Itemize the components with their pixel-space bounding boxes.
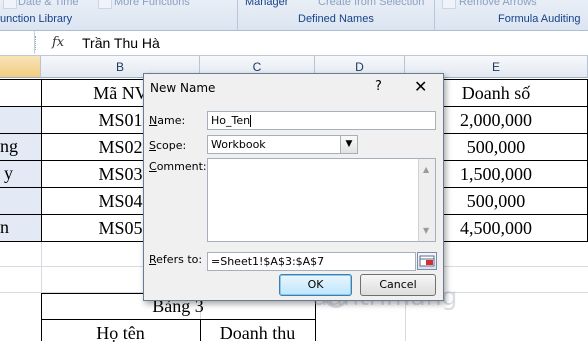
scope-label-accesskey: S: [149, 139, 156, 152]
more-functions-icon[interactable]: [98, 0, 112, 9]
scope-label: Scope:: [149, 139, 186, 152]
refers-to-input[interactable]: =Sheet1!$A$3:$A$7: [207, 252, 416, 271]
formula-input[interactable]: Trần Thu Hà: [82, 35, 160, 51]
defined-names-group-label: Defined Names: [298, 13, 374, 25]
refers-to-value: =Sheet1!$A$3:$A$7: [211, 255, 325, 268]
formula-auditing-group-label: Formula Auditing: [498, 13, 581, 25]
date-time-icon[interactable]: [3, 0, 17, 9]
close-button[interactable]: ✕: [414, 77, 427, 96]
table3-header-name[interactable]: Họ tên: [41, 320, 200, 346]
ribbon-separator: [237, 0, 238, 30]
comment-label-text: omment:: [156, 160, 207, 173]
formula-bar: fx Trần Thu Hà: [0, 31, 588, 56]
name-input[interactable]: Ho_Ten: [207, 111, 436, 130]
refers-to-label-text: efers to:: [156, 253, 203, 266]
name-label-accesskey: N: [149, 114, 158, 127]
name-box[interactable]: [0, 31, 35, 54]
more-functions-button[interactable]: More Functions: [114, 0, 190, 8]
ribbon-separator: [434, 0, 435, 30]
chevron-down-icon[interactable]: ▼: [340, 136, 357, 153]
scope-select-value: Workbook: [211, 138, 266, 151]
cell-a4[interactable]: ng: [0, 133, 41, 159]
name-label-text: ame:: [157, 114, 186, 127]
refers-to-label: Refers to:: [149, 253, 202, 266]
remove-arrows-button[interactable]: Remove Arrows: [459, 0, 537, 8]
comment-label-accesskey: C: [149, 160, 157, 173]
comment-label: Comment:: [149, 160, 207, 173]
formula-bar-splitter[interactable]: [35, 36, 38, 50]
cell-a5[interactable]: y: [0, 160, 41, 186]
range-select-icon: [419, 255, 435, 267]
date-time-button[interactable]: Date & Time: [18, 0, 79, 8]
text-caret: [250, 115, 252, 127]
name-input-value: Ho_Ten: [211, 114, 251, 127]
dialog-title: New Name: [150, 81, 216, 95]
function-library-group-label: unction Library: [0, 13, 73, 25]
scroll-down-icon[interactable]: ▼: [423, 222, 429, 239]
comment-textarea[interactable]: ▲ ▼: [207, 158, 436, 242]
cell-a7[interactable]: n: [0, 214, 41, 240]
column-header-a[interactable]: [0, 56, 41, 78]
table3-header-revenue[interactable]: Doanh thu: [200, 320, 315, 346]
remove-arrows-icon[interactable]: [442, 0, 456, 9]
help-button[interactable]: ?: [375, 79, 382, 94]
ok-button[interactable]: OK: [279, 274, 352, 296]
scroll-up-icon[interactable]: ▲: [423, 161, 429, 178]
comment-scrollbar[interactable]: ▲ ▼: [418, 159, 435, 241]
insert-function-button[interactable]: fx: [52, 35, 64, 50]
name-label: Name:: [149, 114, 185, 127]
collapse-dialog-button[interactable]: [417, 252, 437, 270]
ribbon: Date & Time More Functions unction Libra…: [0, 0, 588, 31]
cancel-button[interactable]: Cancel: [360, 274, 436, 296]
name-manager-button[interactable]: Manager: [245, 0, 288, 8]
scope-select[interactable]: Workbook ▼: [207, 135, 358, 154]
create-from-selection-button[interactable]: Create from Selection: [318, 0, 424, 8]
scope-label-text: cope:: [155, 139, 187, 152]
new-name-dialog: New Name ? ✕ Name: Ho_Ten Scope: Workboo…: [143, 73, 444, 301]
